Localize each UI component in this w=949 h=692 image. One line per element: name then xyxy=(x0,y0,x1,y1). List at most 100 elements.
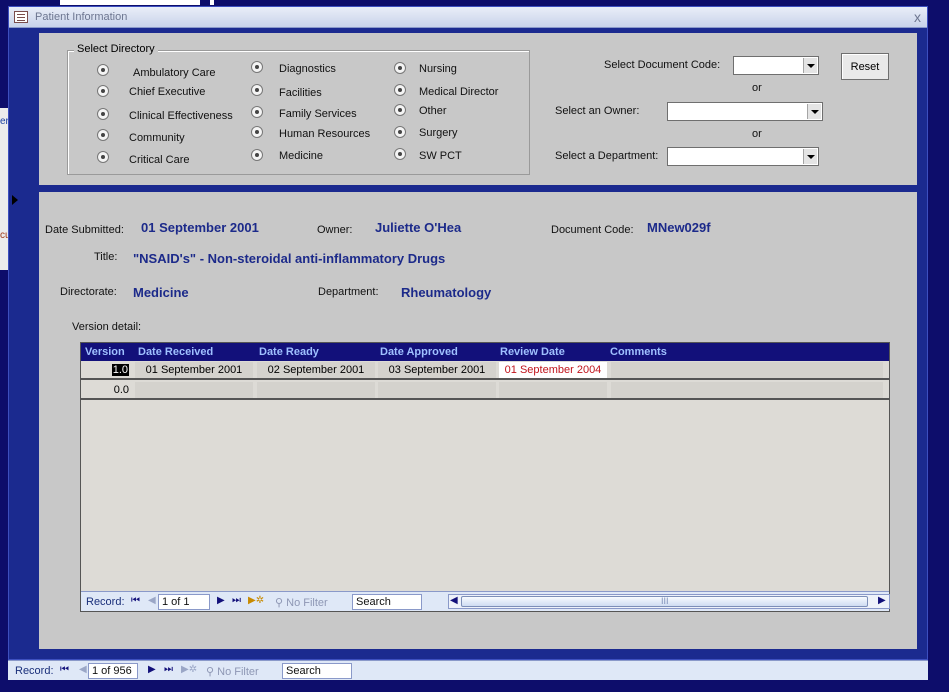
subform-record-position[interactable]: 1 of 1 xyxy=(158,594,210,610)
main-record-navigation: Record: ⏮ ◀ 1 of 956 ▶ ⏭ ▶✲ ⚲ No Filter … xyxy=(8,660,928,680)
title-value[interactable]: "NSAID's" - Non-steroidal anti-inflammat… xyxy=(133,251,445,266)
label-community: Community xyxy=(129,132,185,144)
label-critical-care: Critical Care xyxy=(129,154,190,166)
label-human-resources: Human Resources xyxy=(279,128,371,140)
previous-record-icon[interactable]: ◀ xyxy=(148,595,156,606)
column-header-date-ready[interactable]: Date Ready xyxy=(259,346,319,358)
last-record-icon[interactable]: ⏭ xyxy=(232,595,241,606)
record-detail-panel: Date Submitted: 01 September 2001 Owner:… xyxy=(39,192,917,649)
previous-record-icon[interactable]: ◀ xyxy=(79,664,87,675)
column-header-review-date[interactable]: Review Date xyxy=(500,346,565,358)
radio-family-services[interactable] xyxy=(251,106,263,118)
radio-diagnostics[interactable] xyxy=(251,61,263,73)
table-row[interactable]: 1.0 01 September 2001 02 September 2001 … xyxy=(81,361,889,380)
or-label-1: or xyxy=(752,82,762,94)
date-ready-cell[interactable]: 02 September 2001 xyxy=(257,362,375,378)
version-cell[interactable]: 0.0 xyxy=(83,382,131,398)
close-button[interactable]: x xyxy=(914,9,921,25)
date-approved-cell[interactable]: 03 September 2001 xyxy=(378,362,496,378)
document-code-combo[interactable] xyxy=(733,56,819,75)
main-no-filter[interactable]: ⚲ No Filter xyxy=(206,665,259,678)
department-combo[interactable] xyxy=(667,147,819,166)
table-row[interactable]: 0.0 xyxy=(81,381,889,400)
date-approved-cell[interactable] xyxy=(378,382,496,398)
label-clinical-effectiveness: Clinical Effectiveness xyxy=(129,110,233,122)
chevron-down-icon[interactable] xyxy=(807,104,821,119)
radio-surgery[interactable] xyxy=(394,126,406,138)
main-search-box[interactable]: Search xyxy=(282,663,352,679)
first-record-icon[interactable]: ⏮ xyxy=(131,595,140,606)
comments-cell[interactable] xyxy=(611,362,883,378)
radio-chief-executive[interactable] xyxy=(97,85,109,97)
main-record-position[interactable]: 1 of 956 xyxy=(88,663,138,679)
subform-no-filter[interactable]: ⚲ No Filter xyxy=(275,596,328,609)
owner-value[interactable]: Juliette O'Hea xyxy=(375,220,461,235)
column-header-comments[interactable]: Comments xyxy=(610,346,667,358)
background-window-left xyxy=(0,108,8,270)
radio-clinical-effectiveness[interactable] xyxy=(97,108,109,120)
owner-field-label: Owner: xyxy=(317,224,353,236)
next-record-icon[interactable]: ▶ xyxy=(148,664,156,675)
radio-community[interactable] xyxy=(97,129,109,141)
radio-nursing[interactable] xyxy=(394,62,406,74)
version-cell[interactable]: 1.0 xyxy=(83,362,131,378)
document-code-label: Select Document Code: xyxy=(604,59,721,71)
or-label-2: or xyxy=(752,128,762,140)
label-sw-pct: SW PCT xyxy=(419,150,462,162)
label-ambulatory-care: Ambulatory Care xyxy=(133,67,216,79)
scroll-left-icon[interactable]: ◀ xyxy=(450,595,458,606)
horizontal-scrollbar[interactable]: ◀ III ▶ xyxy=(448,594,890,609)
owner-label: Select an Owner: xyxy=(555,105,640,117)
subform-search-box[interactable]: Search xyxy=(352,594,422,610)
main-no-filter-label: No Filter xyxy=(217,666,259,678)
subform-record-navigation: Record: ⏮ ◀ 1 of 1 ▶ ⏭ ▶✲ ⚲ No Filter Se… xyxy=(81,591,890,611)
filter-panel: Select Directory Ambulatory Care Chief E… xyxy=(39,33,917,185)
label-diagnostics: Diagnostics xyxy=(279,63,336,75)
patient-information-window: Patient Information x Select Directory A… xyxy=(8,6,928,660)
subform-no-filter-label: No Filter xyxy=(286,597,328,609)
directory-frame-label: Select Directory xyxy=(74,43,158,55)
first-record-icon[interactable]: ⏮ xyxy=(60,664,69,675)
chevron-down-icon[interactable] xyxy=(803,58,817,73)
review-date-cell[interactable]: 01 September 2004 xyxy=(499,362,607,378)
directorate-label: Directorate: xyxy=(60,286,117,298)
version-value-selected: 1.0 xyxy=(111,364,129,376)
record-selector[interactable] xyxy=(9,191,21,653)
comments-cell[interactable] xyxy=(611,382,883,398)
date-received-cell[interactable] xyxy=(135,382,253,398)
owner-combo[interactable] xyxy=(667,102,823,121)
last-record-icon[interactable]: ⏭ xyxy=(164,664,173,675)
background-window-top-right xyxy=(210,0,214,5)
filter-icon: ⚲ xyxy=(275,597,287,609)
department-value[interactable]: Rheumatology xyxy=(401,285,491,300)
column-header-version[interactable]: Version xyxy=(85,346,125,358)
radio-critical-care[interactable] xyxy=(97,151,109,163)
column-header-date-approved[interactable]: Date Approved xyxy=(380,346,458,358)
label-facilities: Facilities xyxy=(279,87,322,99)
chevron-down-icon[interactable] xyxy=(803,149,817,164)
document-code-value[interactable]: MNew029f xyxy=(647,220,711,235)
radio-human-resources[interactable] xyxy=(251,126,263,138)
radio-sw-pct[interactable] xyxy=(394,148,406,160)
review-date-cell[interactable] xyxy=(499,382,607,398)
date-received-cell[interactable]: 01 September 2001 xyxy=(135,362,253,378)
radio-ambulatory-care[interactable] xyxy=(97,64,109,76)
next-record-icon[interactable]: ▶ xyxy=(217,595,225,606)
radio-medicine[interactable] xyxy=(251,149,263,161)
label-medical-director: Medical Director xyxy=(419,86,499,98)
reset-button[interactable]: Reset xyxy=(841,53,889,80)
column-header-date-received[interactable]: Date Received xyxy=(138,346,213,358)
new-record-icon[interactable]: ▶✲ xyxy=(181,664,197,675)
radio-medical-director[interactable] xyxy=(394,84,406,96)
label-chief-executive: Chief Executive xyxy=(129,86,206,98)
radio-other[interactable] xyxy=(394,104,406,116)
scroll-right-icon[interactable]: ▶ xyxy=(878,595,886,606)
department-filter-label: Select a Department: xyxy=(555,150,659,162)
form-icon xyxy=(14,11,28,23)
scroll-thumb-grip: III xyxy=(661,596,669,606)
new-record-icon[interactable]: ▶✲ xyxy=(248,595,264,606)
date-ready-cell[interactable] xyxy=(257,382,375,398)
radio-facilities[interactable] xyxy=(251,84,263,96)
date-submitted-value[interactable]: 01 September 2001 xyxy=(141,220,259,235)
directorate-value[interactable]: Medicine xyxy=(133,285,189,300)
